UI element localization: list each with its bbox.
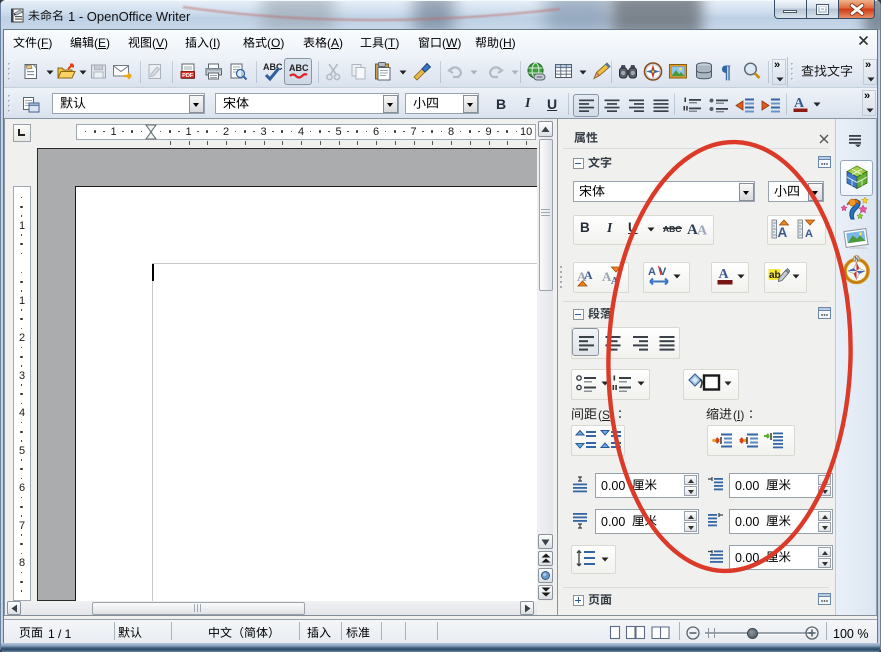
- svg-text:¶: ¶: [721, 62, 731, 82]
- svg-text:PDF: PDF: [182, 73, 194, 79]
- svg-text:A: A: [611, 276, 619, 287]
- svg-text:A: A: [697, 224, 708, 239]
- svg-text:A: A: [778, 225, 788, 240]
- svg-text:A: A: [584, 268, 593, 282]
- svg-text:A: A: [648, 266, 656, 278]
- svg-text:N: N: [854, 257, 858, 263]
- svg-text:ABC: ABC: [289, 63, 309, 73]
- svg-text:ABC: ABC: [263, 62, 283, 72]
- svg-text:A: A: [719, 267, 730, 282]
- svg-text:A: A: [805, 228, 813, 240]
